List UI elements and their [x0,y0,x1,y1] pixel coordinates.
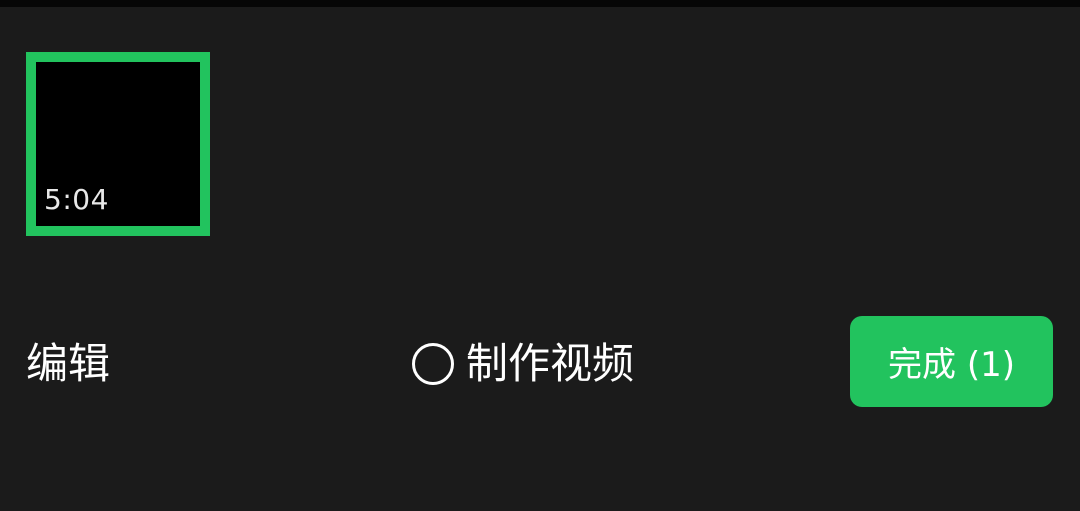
done-button-label: 完成 (1) [888,345,1015,385]
selected-video-thumbnail[interactable]: 5:04 [26,52,210,236]
bottom-toolbar: 编辑 制作视频 完成 (1) [0,300,1080,430]
radio-circle-icon[interactable] [412,343,454,385]
video-duration: 5:04 [44,183,109,216]
done-button[interactable]: 完成 (1) [850,316,1053,407]
make-video-label: 制作视频 [466,339,635,388]
make-video-option[interactable]: 制作视频 [412,336,634,392]
top-divider [0,0,1080,7]
edit-button[interactable]: 编辑 [26,336,110,392]
